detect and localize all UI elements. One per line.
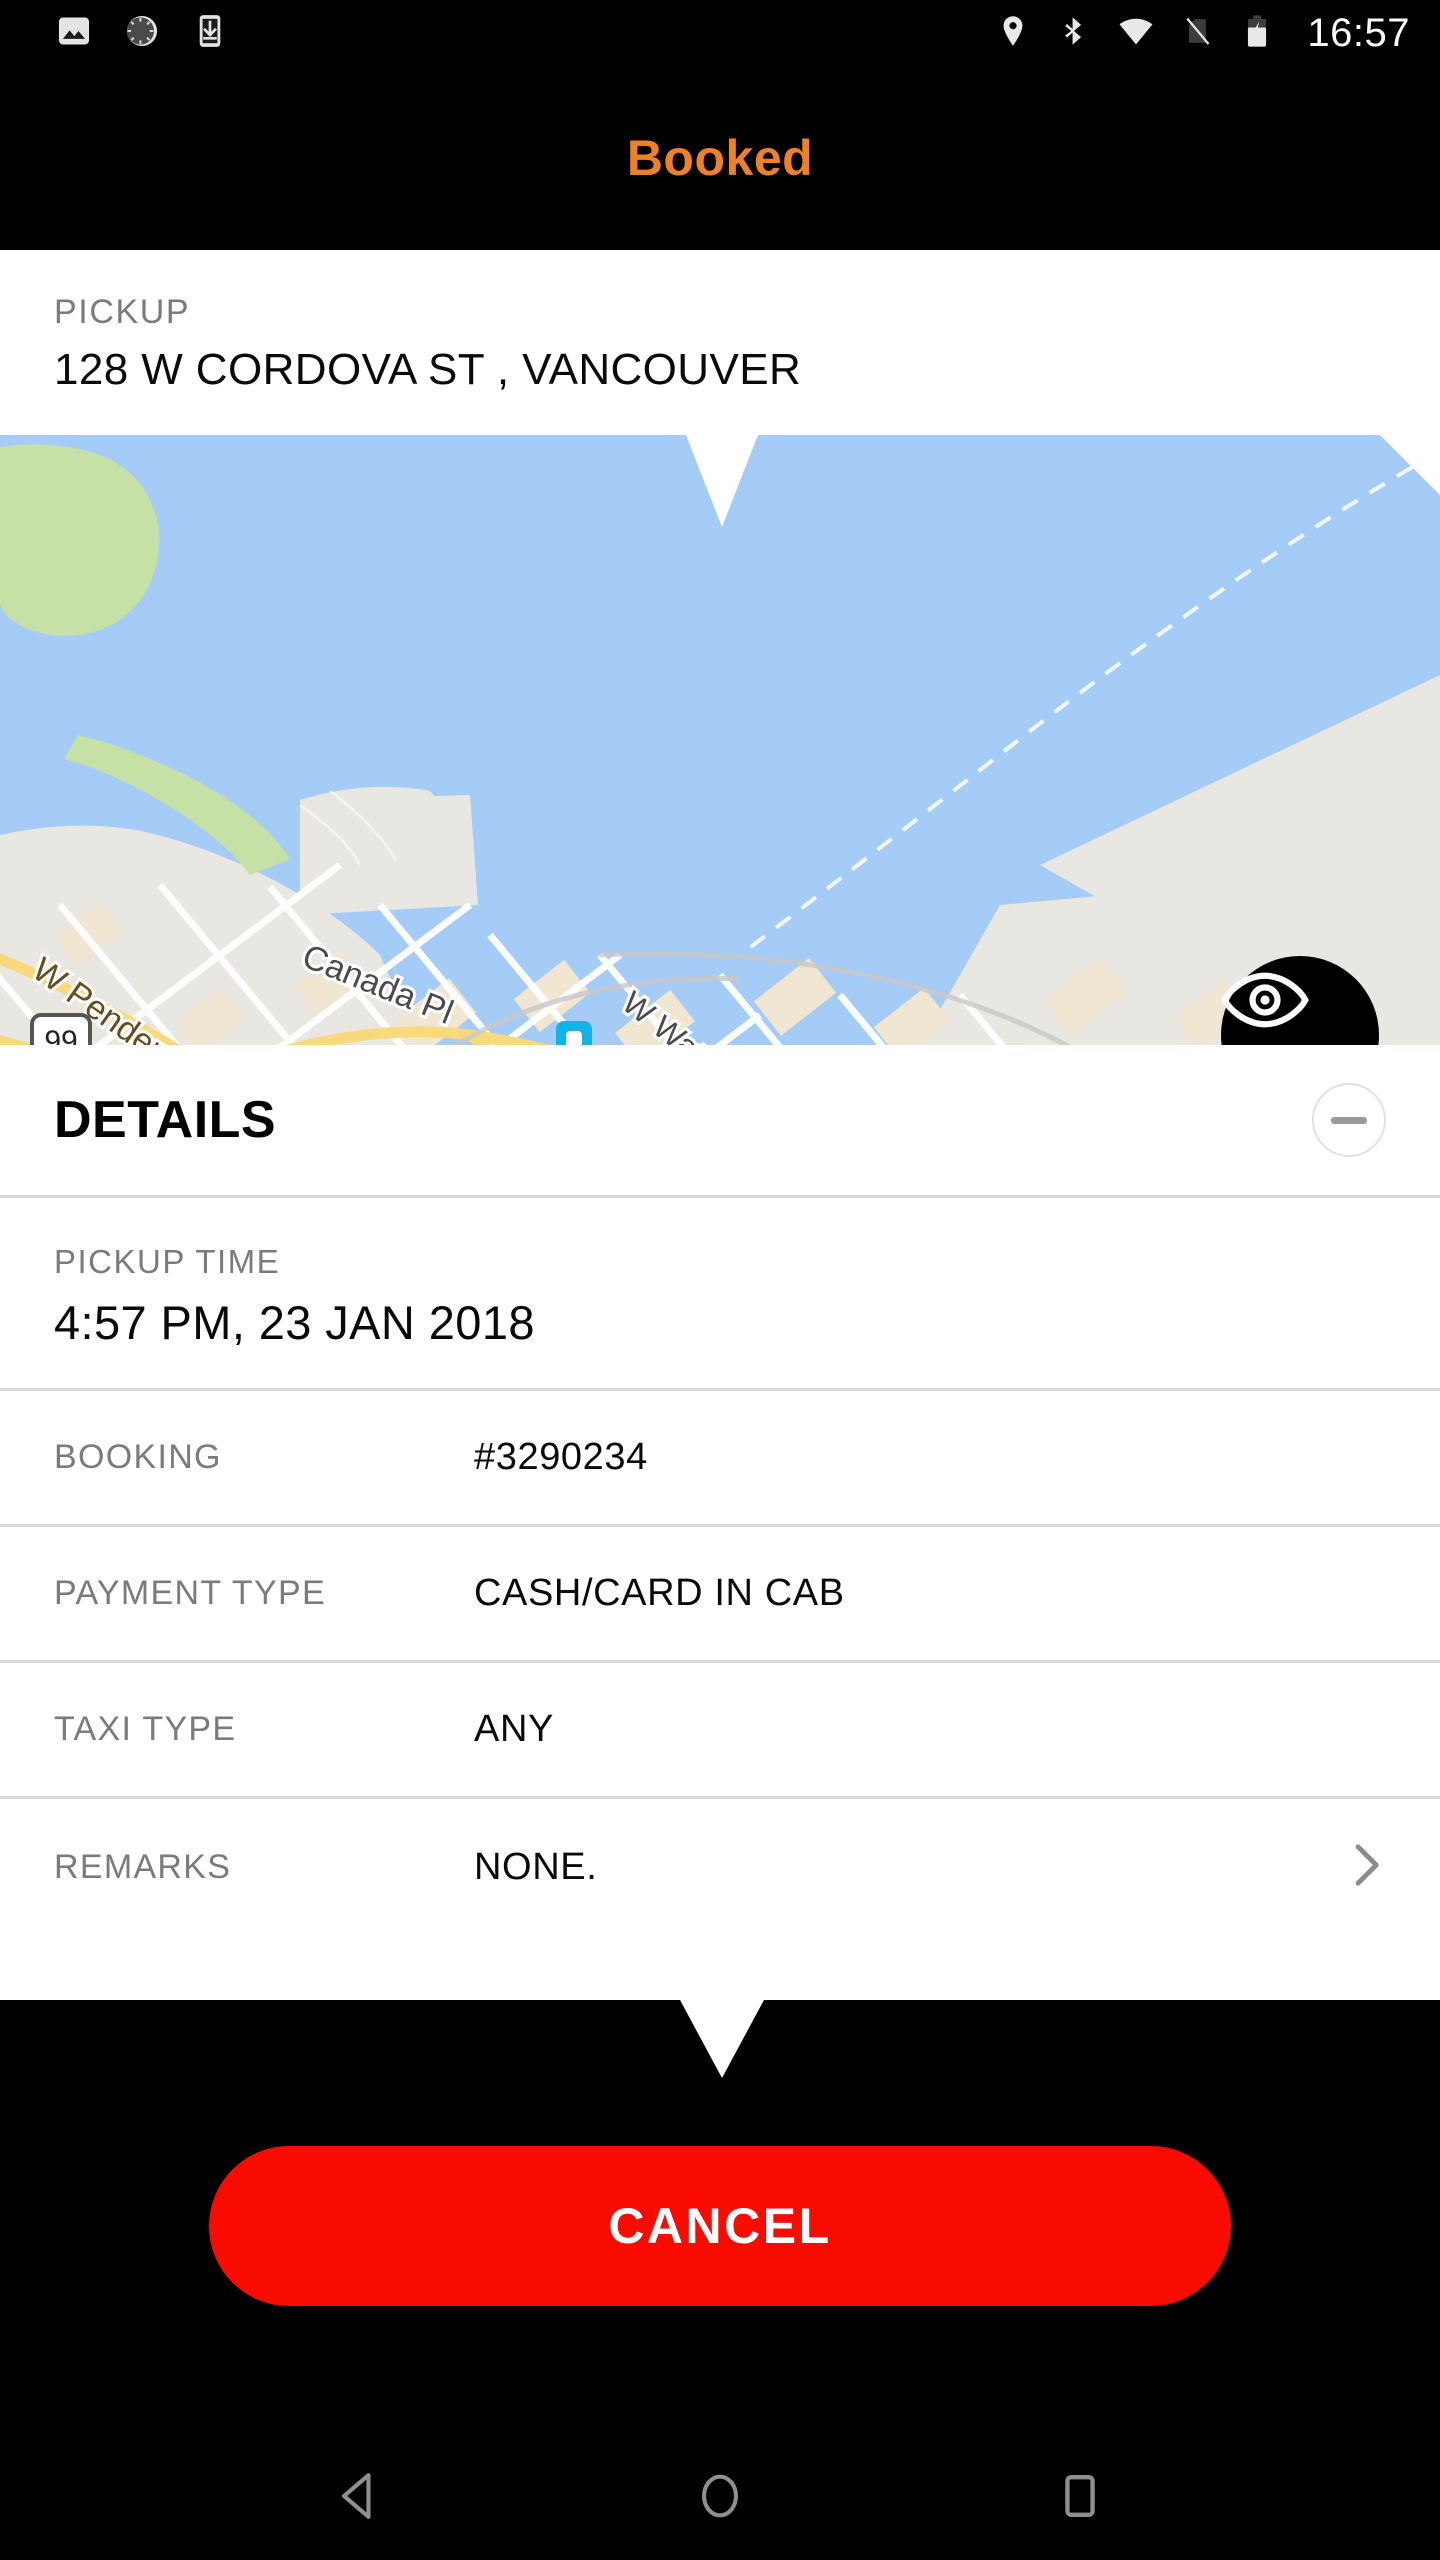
row-key-booking: BOOKING: [54, 1438, 222, 1476]
map-poi-marker: [556, 1021, 592, 1045]
status-bar: 16:57: [0, 0, 1440, 66]
app-title-bar: Booked: [0, 66, 1440, 250]
android-navigation-bar: [0, 2432, 1440, 2560]
table-row: TAXI TYPE ANY: [0, 1663, 1440, 1799]
details-panel-notch: [680, 2000, 764, 2078]
details-header[interactable]: DETAILS: [0, 1045, 1440, 1198]
status-bar-left-icons: [0, 12, 229, 55]
footer: CANCEL: [0, 2000, 1440, 2560]
wifi-icon: [1117, 12, 1155, 55]
back-triangle-icon[interactable]: [300, 2436, 420, 2556]
pickup-panel-notch: [686, 435, 758, 527]
row-key-taxi-type: TAXI TYPE: [54, 1710, 237, 1748]
row-key-remarks: REMARKS: [54, 1847, 232, 1886]
row-value-booking: #3290234: [474, 1436, 648, 1478]
loading-spinner-icon: [123, 12, 161, 55]
pickup-label: PICKUP: [54, 293, 191, 331]
table-row: PAYMENT TYPE CASH/CARD IN CAB: [0, 1527, 1440, 1663]
battery-charging-icon: [1241, 14, 1273, 53]
bluetooth-icon: [1057, 14, 1091, 53]
row-key-payment-type: PAYMENT TYPE: [54, 1574, 326, 1612]
pickup-address: 128 W CORDOVA ST , VANCOUVER: [54, 345, 802, 395]
row-value-payment-type: CASH/CARD IN CAB: [474, 1572, 845, 1614]
details-panel: DETAILS PICKUP TIME 4:57 PM, 23 JAN 2018…: [0, 1045, 1440, 2000]
svg-text:99: 99: [44, 1025, 77, 1045]
pickup-time-label: PICKUP TIME: [54, 1243, 281, 1280]
status-bar-right-icons: 16:57: [995, 11, 1440, 56]
location-pin-icon: [995, 13, 1031, 54]
phone-download-icon: [191, 12, 229, 55]
page-title: Booked: [626, 130, 814, 186]
row-value-taxi-type: ANY: [474, 1708, 554, 1750]
map-highway-shield-99: 99: [30, 1013, 92, 1045]
cancel-button[interactable]: CANCEL: [209, 2146, 1231, 2306]
pickup-time-row: PICKUP TIME 4:57 PM, 23 JAN 2018: [0, 1198, 1440, 1391]
table-row-remarks[interactable]: REMARKS NONE.: [0, 1799, 1440, 1935]
map-view[interactable]: Canada Pl W Pender St W Wat 99: [0, 435, 1440, 1045]
chevron-right-icon[interactable]: [1338, 1837, 1394, 1898]
table-row: BOOKING #3290234: [0, 1391, 1440, 1527]
row-value-remarks: NONE.: [474, 1845, 598, 1888]
status-bar-clock: 16:57: [1307, 10, 1410, 55]
recents-square-icon[interactable]: [1020, 2436, 1140, 2556]
details-title: DETAILS: [54, 1091, 277, 1149]
image-icon: [55, 12, 93, 55]
minus-icon[interactable]: [1312, 1083, 1386, 1157]
no-sim-icon: [1181, 14, 1215, 53]
home-circle-icon[interactable]: [660, 2436, 780, 2556]
pickup-time-value: 4:57 PM, 23 JAN 2018: [54, 1296, 535, 1349]
pickup-panel[interactable]: PICKUP 128 W CORDOVA ST , VANCOUVER: [0, 250, 1440, 435]
